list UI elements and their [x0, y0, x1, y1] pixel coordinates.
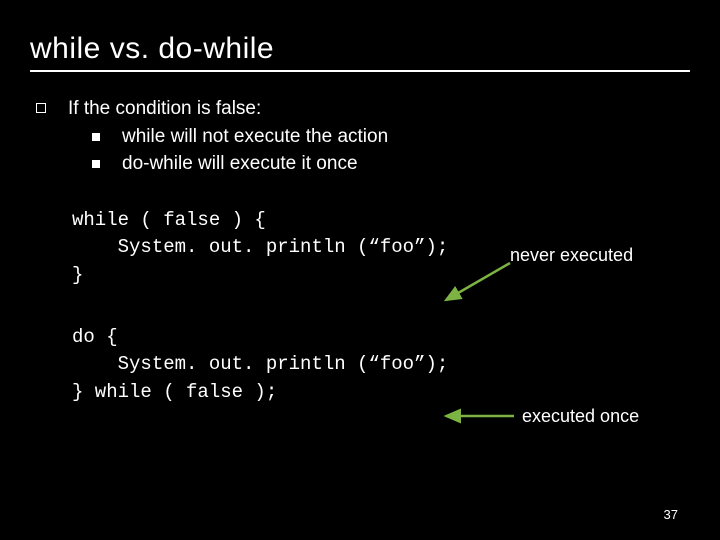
code-line: System. out. println (“foo”); — [72, 236, 448, 258]
code-line: while ( false ) { — [72, 209, 266, 231]
bullet-filled-icon — [92, 160, 100, 168]
arrow-icon — [440, 408, 520, 424]
list-text: while will not execute the action — [122, 124, 388, 150]
list-text: If the condition is false: — [68, 96, 261, 122]
list-text: do-while will execute it once — [122, 151, 358, 177]
arrow-icon — [440, 258, 520, 308]
code-line: System. out. println (“foo”); — [72, 353, 448, 375]
page-number: 37 — [664, 507, 678, 522]
title-wrap: while vs. do-while — [30, 32, 690, 72]
list-item: do-while will execute it once — [92, 151, 690, 177]
list-item: while will not execute the action — [92, 124, 690, 150]
code-line: } — [72, 264, 83, 286]
bullet-outline-icon — [36, 103, 46, 113]
slide: while vs. do-while If the condition is f… — [0, 0, 720, 540]
bullet-filled-icon — [92, 133, 100, 141]
list-item: If the condition is false: — [36, 96, 690, 122]
code-line: } while ( false ); — [72, 381, 277, 403]
slide-title: while vs. do-while — [30, 32, 690, 66]
code-do-while: do { System. out. println (“foo”); } whi… — [72, 324, 690, 407]
annotation-executed-once: executed once — [522, 406, 639, 427]
code-line: do { — [72, 326, 118, 348]
annotation-never-executed: never executed — [510, 245, 633, 266]
